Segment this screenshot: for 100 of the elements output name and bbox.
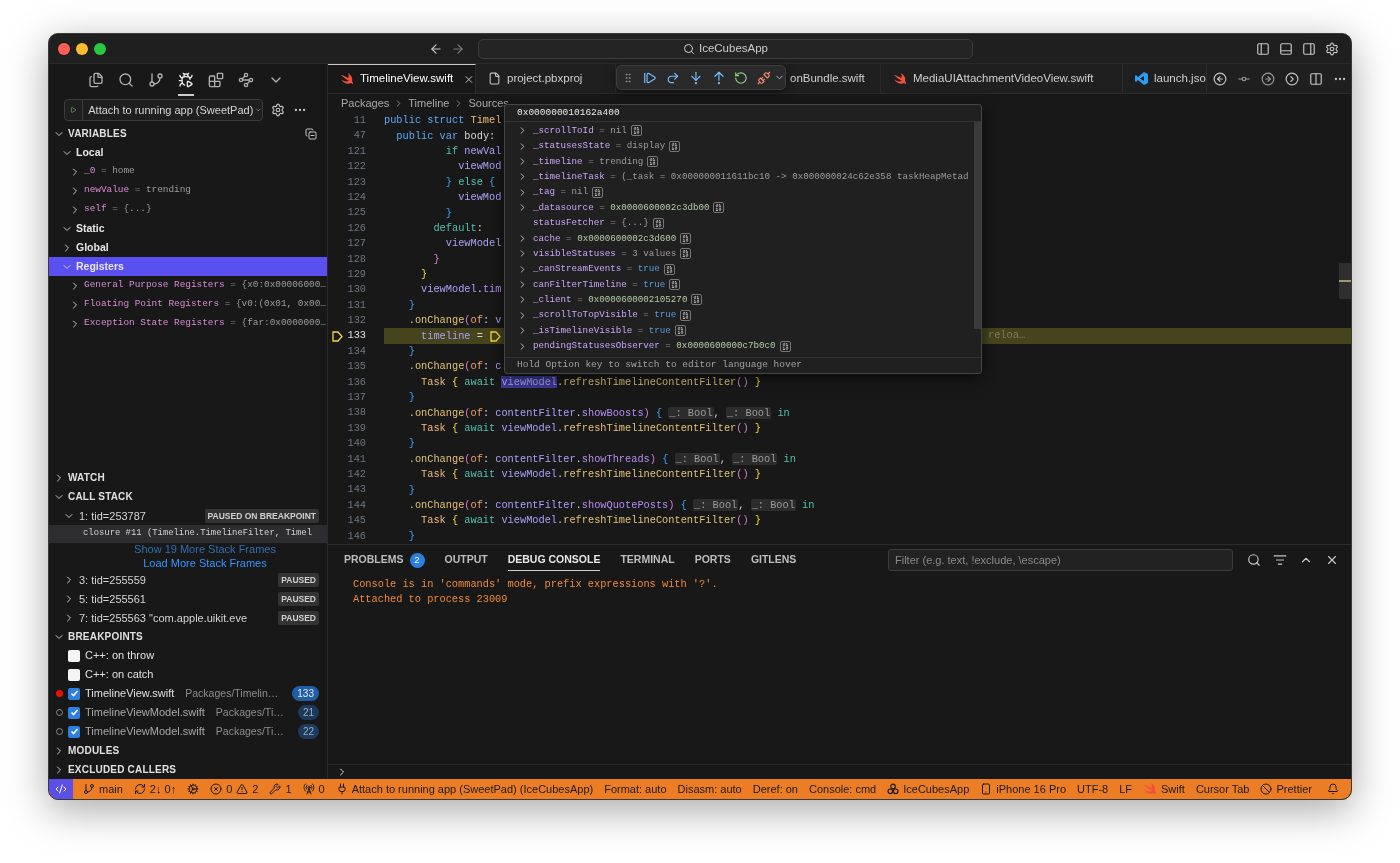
thread-label[interactable]: 5: tid=255561 (79, 590, 146, 607)
minimize-button[interactable] (76, 42, 88, 55)
blocks-icon[interactable] (208, 72, 224, 88)
panel-tab[interactable]: OUTPUT (444, 549, 488, 571)
memory-icon[interactable] (680, 309, 692, 321)
forward-icon[interactable] (451, 41, 465, 56)
section-title[interactable]: WATCH (68, 470, 105, 485)
status-item[interactable]: Cursor Tab (1195, 780, 1250, 798)
thread-label[interactable]: 3: tid=255559 (79, 571, 146, 588)
memory-icon[interactable] (652, 217, 664, 229)
forward-circle-icon[interactable] (1260, 71, 1275, 86)
grip-icon[interactable] (622, 71, 634, 84)
variable-row[interactable]: _datasource = 0x0000600002c3db00 (533, 200, 710, 215)
section-title[interactable]: EXCLUDED CALLERS (68, 762, 177, 777)
list-filter-icon[interactable] (1273, 553, 1287, 567)
variable-row[interactable]: _client = 0x0000600002105270 (533, 293, 688, 307)
variable-row[interactable]: Exception State Registers = {far:0x0000000… (84, 316, 326, 331)
status-item[interactable] (187, 783, 200, 795)
variable-row[interactable]: pendingStatusesObserver = 0x0000600000c7b0c0 (533, 339, 776, 354)
status-item[interactable]: 2 (236, 780, 259, 798)
close-window-button[interactable] (58, 42, 70, 55)
stack-frame[interactable]: closure #11 (Timeline.TimelineFilter, Timel (49, 525, 327, 543)
scrollbar-thumb[interactable] (974, 122, 981, 329)
status-item[interactable]: Attach to running app (SweetPad) (IceCubesApp) (335, 780, 594, 798)
filter-field[interactable]: Filter (e.g. text, !exclude, \escape) (888, 549, 1233, 571)
launch-config-select[interactable]: Attach to running app (SweetPad) (64, 99, 263, 121)
variable-row[interactable]: _isTimelineVisible = true (533, 323, 671, 338)
play-icon[interactable] (70, 104, 77, 116)
section-title[interactable]: MODULES (68, 743, 120, 758)
scope-label[interactable]: Local (76, 144, 104, 161)
status-item[interactable]: 0 (210, 780, 233, 798)
collapse-all-icon[interactable] (305, 127, 317, 140)
memory-icon[interactable] (680, 248, 692, 260)
sidebar-toggle-icon[interactable] (1256, 41, 1270, 56)
variable-row[interactable]: newValue = trending (84, 183, 191, 198)
scrollbar-thumb[interactable] (1339, 263, 1351, 299)
variable-row[interactable]: cache = 0x0000600002c3d600 (533, 231, 677, 246)
status-item[interactable]: Format: auto (604, 780, 667, 798)
plug-icon[interactable] (757, 70, 772, 85)
memory-icon[interactable] (630, 125, 642, 137)
variable-row[interactable]: _timelineTask = (_task = 0x000000011611bc10 -> 0x000000024c62e358 taskHeapMetad (533, 169, 969, 184)
settings-icon[interactable] (1325, 41, 1339, 56)
panel-toggle-icon[interactable] (1279, 41, 1293, 56)
settings-icon[interactable] (271, 103, 285, 117)
panel-tab[interactable]: GITLENS (750, 549, 797, 571)
chevron-icon[interactable] (517, 248, 528, 260)
checkbox[interactable] (68, 668, 80, 681)
status-item[interactable]: UTF-8 (1077, 780, 1109, 798)
section-title[interactable]: CALL STACK (68, 489, 133, 504)
status-item[interactable]: 1 (269, 780, 292, 798)
zoom-button[interactable] (94, 42, 106, 55)
checkbox[interactable] (68, 706, 80, 719)
memory-icon[interactable] (669, 140, 681, 152)
checkbox[interactable] (68, 687, 80, 700)
remote-button[interactable] (49, 779, 73, 799)
memory-icon[interactable] (669, 279, 681, 291)
thread-label[interactable]: 1: tid=253787 (79, 507, 146, 524)
memory-icon[interactable] (691, 294, 703, 306)
search-icon[interactable] (118, 72, 134, 88)
continue-icon[interactable] (642, 70, 657, 85)
breakpoint-label[interactable]: TimelineViewModel.swift (85, 704, 205, 721)
scope-label[interactable]: Registers (76, 258, 124, 275)
memory-icon[interactable] (680, 232, 692, 244)
secondary-sidebar-icon[interactable] (1302, 41, 1316, 56)
restart-icon[interactable] (734, 70, 749, 85)
load-more-link[interactable]: Load More Stack Frames (143, 556, 267, 570)
variable-row[interactable]: canFilterTimeline = true (533, 277, 666, 292)
step-over-icon[interactable] (665, 70, 680, 85)
memory-icon[interactable] (663, 263, 675, 275)
status-item[interactable]: Deref: on (752, 780, 798, 798)
thread-label[interactable]: 7: tid=255563 "com.apple.uikit.eve (79, 609, 248, 626)
circle-chevron-icon[interactable] (1284, 71, 1299, 86)
status-item[interactable] (1327, 783, 1339, 795)
status-item[interactable]: 2↓ 0↑ (133, 780, 177, 798)
panel-tab[interactable]: TERMINAL (620, 549, 675, 571)
section-title[interactable]: BREAKPOINTS (68, 629, 143, 644)
status-item[interactable]: iPhone 16 Pro (980, 780, 1066, 798)
status-item[interactable]: 0 (302, 780, 325, 798)
variable-row[interactable]: _timeline = trending (533, 154, 644, 169)
memory-icon[interactable] (647, 155, 659, 167)
variable-row[interactable]: _canStreamEvents = true (533, 262, 660, 277)
step-into-icon[interactable] (688, 70, 703, 85)
panel-tab[interactable]: PROBLEMS 2 (344, 549, 425, 571)
checkbox[interactable] (68, 725, 80, 738)
variable-row[interactable]: _scrollToId = nil (533, 123, 627, 138)
scope-label[interactable]: Global (76, 239, 109, 256)
variable-row[interactable]: _statusesState = display (533, 139, 666, 153)
breakpoint-label[interactable]: TimelineView.swift (85, 685, 175, 702)
variable-row[interactable]: General Purpose Registers = {x0:0x00006000… (84, 278, 326, 293)
memory-icon[interactable] (713, 202, 725, 214)
status-item[interactable]: Prettier (1260, 780, 1312, 798)
status-item[interactable]: LF (1119, 780, 1133, 798)
search-icon[interactable] (1247, 553, 1261, 567)
editor-tab[interactable]: onBundle.swift (787, 64, 881, 93)
breadcrumb-item[interactable]: Timeline (408, 95, 450, 112)
breadcrumb-item[interactable]: Packages (341, 95, 390, 112)
step-out-icon[interactable] (711, 70, 726, 85)
memory-icon[interactable] (779, 340, 791, 352)
status-item[interactable]: Disasm: auto (677, 780, 742, 798)
scope-label[interactable]: Static (76, 220, 105, 237)
